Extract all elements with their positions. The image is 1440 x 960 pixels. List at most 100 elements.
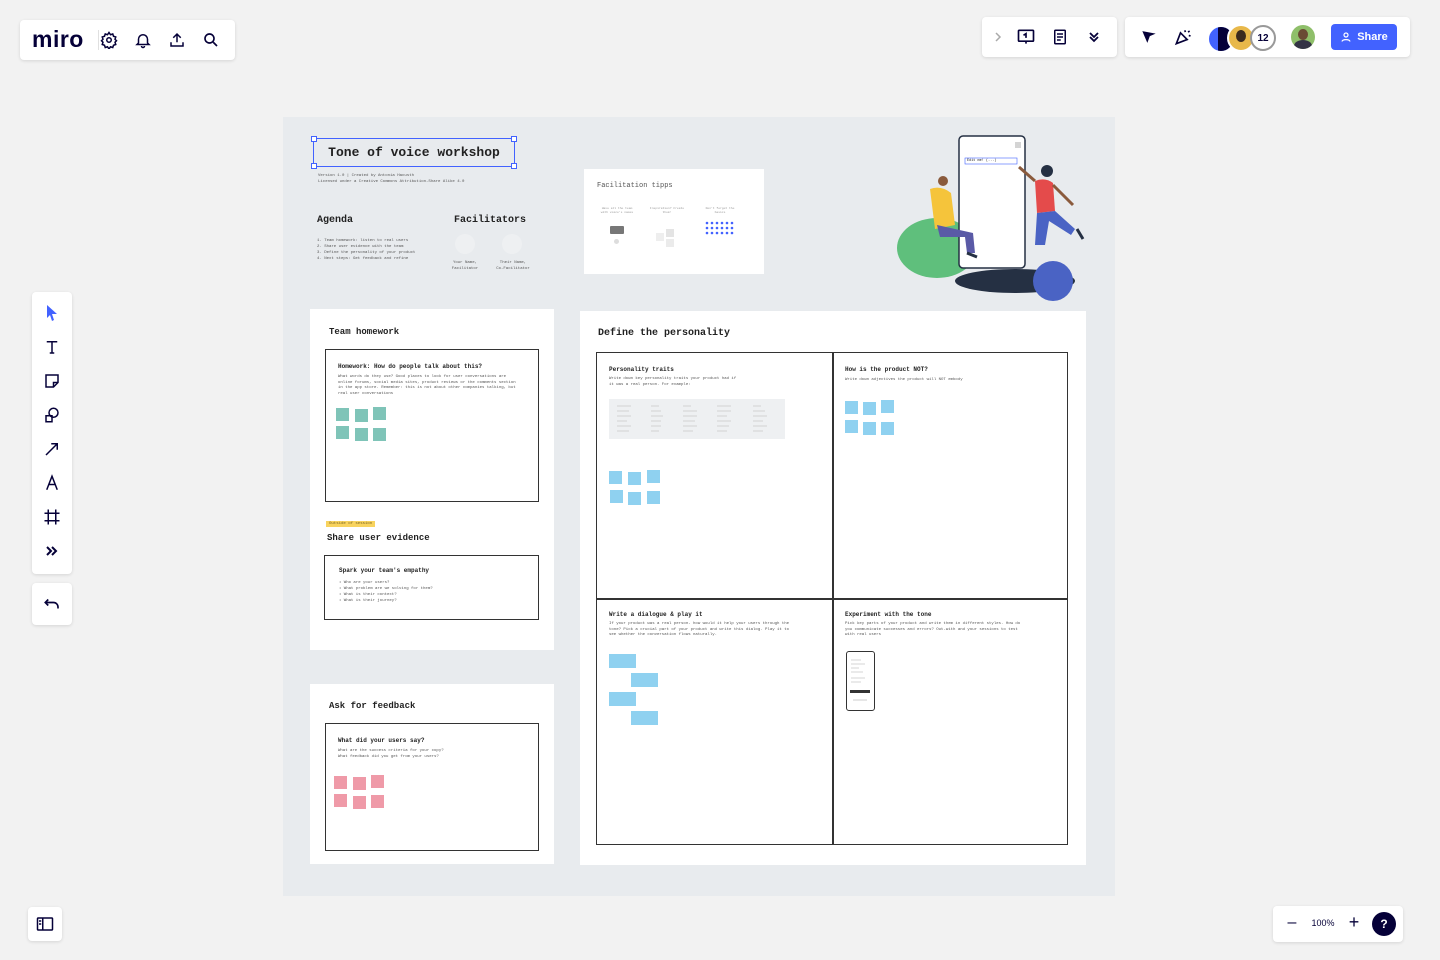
sticky-note[interactable] [373,407,386,420]
presentation-icon[interactable] [1012,23,1040,51]
chevron-right-icon[interactable] [984,23,1012,51]
ask-feedback-heading: Ask for feedback [329,701,416,711]
sticky-note[interactable] [371,795,384,808]
homework-card-body: What words do they use? Good places to l… [338,375,516,396]
user-icon [1341,32,1351,42]
outside-session-tag: Outside of session [326,521,376,527]
phone-edit-text: Edit me! (...) [967,159,997,163]
tip-1: Have all the team with voice's names [600,207,634,214]
select-cursor-icon[interactable] [38,299,66,327]
arrow-line-icon[interactable] [38,435,66,463]
sticky-note[interactable] [334,794,347,807]
dialogue-title: Write a dialogue & play it [609,611,703,618]
sticky-note-icon[interactable] [38,367,66,395]
sidebar-panel-icon[interactable] [31,910,59,938]
zoom-level[interactable]: 100% [1307,918,1339,928]
sticky-note[interactable] [631,673,658,687]
sticky-note[interactable] [353,777,366,790]
personality-grid: Personality traits Write down key person… [596,352,1068,845]
sticky-note[interactable] [336,408,349,421]
personality-traits-title: Personality traits [609,366,674,373]
collaborator-count: 12 [1257,32,1269,44]
team-homework-frame[interactable]: Team homework Homework: How do people ta… [310,309,554,650]
empathy-card[interactable]: Spark your team's empathy • Who are your… [324,555,539,620]
zoom-out-button[interactable]: – [1283,914,1301,932]
homework-card-title: Homework: How do people talk about this? [338,363,483,370]
facilitators-heading: Facilitators [454,215,527,226]
help-label: ? [1380,917,1388,931]
sidebar-toggle-panel [28,907,62,941]
empathy-card-title: Spark your team's empathy [339,567,430,574]
top-right-tools [982,17,1117,57]
notes-icon[interactable] [1046,23,1074,51]
share-button[interactable]: Share [1331,24,1397,50]
left-toolbar [32,292,72,574]
frame-icon[interactable] [38,503,66,531]
feedback-card[interactable]: What did your users say? What are the su… [325,723,539,851]
homework-card[interactable]: Homework: How do people talk about this?… [325,349,539,502]
sticky-note[interactable] [881,422,894,435]
cursor-follow-icon[interactable] [1135,23,1163,51]
sticky-note[interactable] [863,402,876,415]
product-not-title: How is the product NOT? [845,366,928,373]
chevron-double-down-icon[interactable] [1080,23,1108,51]
sticky-note[interactable] [355,409,368,422]
sticky-note[interactable] [373,428,386,441]
sticky-note[interactable] [355,428,368,441]
upload-icon[interactable] [163,26,191,54]
dialogue-body: If your product was a real person- how w… [609,622,790,637]
facilitator-avatar [455,234,475,254]
bell-icon[interactable] [129,26,157,54]
more-tools-icon[interactable] [38,537,66,565]
collaborator-count-badge[interactable]: 12 [1250,25,1276,51]
sticky-note[interactable] [610,490,623,503]
sticky-note[interactable] [628,492,641,505]
miro-logo[interactable]: miro [32,26,84,53]
facilitation-tips-card[interactable]: Facilitation tipps Have all the team wit… [584,169,764,274]
sticky-note[interactable] [609,654,636,668]
define-personality-heading: Define the personality [598,328,731,339]
sticky-note[interactable] [334,776,347,789]
top-right-collab: 12 Share [1125,17,1410,57]
sticky-note[interactable] [647,491,660,504]
sticky-note[interactable] [336,426,349,439]
agenda-item: 4. Next steps: Get feedback and refine [317,257,409,261]
facilitation-tips-heading: Facilitation tipps [597,182,673,190]
undo-icon[interactable] [38,590,66,618]
agenda-list: 1. Team homework: listen to real users 2… [317,238,432,262]
facilitator-role: Facilitator [451,267,479,271]
board-title: Tone of voice workshop [328,145,500,160]
board-title-box[interactable]: Tone of voice workshop [311,136,517,169]
sticky-note[interactable] [631,711,658,725]
tip-3: Don't forget the basics [705,207,735,214]
search-icon[interactable] [197,26,225,54]
shapes-icon[interactable] [38,401,66,429]
sticky-note[interactable] [353,796,366,809]
zoom-in-button[interactable]: + [1345,912,1363,933]
share-label: Share [1357,31,1388,43]
sticky-note[interactable] [371,775,384,788]
feedback-card-body-2: What feedback did you get from your user… [338,755,439,759]
pen-icon[interactable] [38,469,66,497]
tip-2-graphic [656,229,678,249]
sticky-note[interactable] [881,400,894,413]
version-line-2: Licensed under a Creative Commons Attrib… [318,180,465,184]
define-personality-frame[interactable]: Define the personality Personality trait… [580,311,1086,865]
ask-feedback-frame[interactable]: Ask for feedback What did your users say… [310,684,554,864]
sticky-note[interactable] [628,472,641,485]
sticky-note[interactable] [647,470,660,483]
celebrate-icon[interactable] [1169,23,1197,51]
outside-session-tag-label: Outside of session [329,522,373,526]
sticky-note[interactable] [609,692,636,706]
text-tool-icon[interactable] [38,333,66,361]
board-canvas[interactable]: Tone of voice workshop Version 1.0 | Cre… [283,117,1115,896]
sticky-note[interactable] [845,420,858,433]
settings-gear-icon[interactable] [95,26,123,54]
help-button[interactable]: ? [1372,912,1396,936]
sticky-note[interactable] [845,401,858,414]
grid-divider-h [597,598,1067,600]
sticky-note[interactable] [609,471,622,484]
sticky-note[interactable] [863,422,876,435]
avatar-self[interactable] [1291,25,1315,49]
traits-example-table [609,399,785,439]
